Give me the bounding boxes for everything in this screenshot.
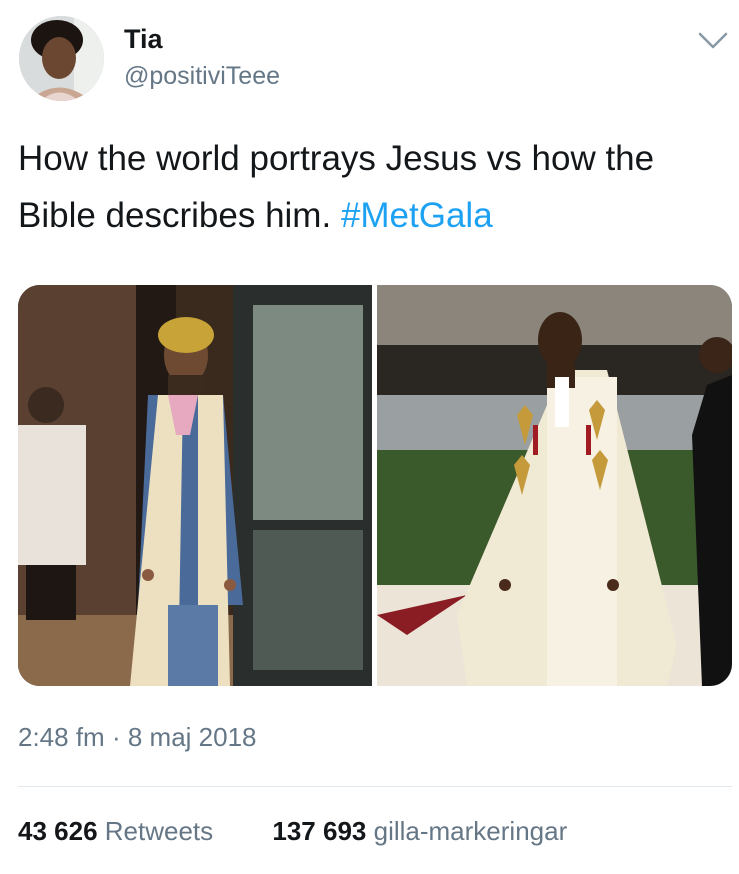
avatar-photo xyxy=(19,16,104,101)
likes-label: gilla-markeringar xyxy=(373,816,568,846)
avatar[interactable] xyxy=(19,16,104,101)
tweet-text: How the world portrays Jesus vs how the … xyxy=(18,130,718,244)
author-handle[interactable]: @positiviTeee xyxy=(124,62,280,91)
author-name[interactable]: Tia xyxy=(124,24,163,55)
tweet-stats: 43 626 Retweets 137 693 gilla-markeringa… xyxy=(18,816,619,847)
tweet-timestamp[interactable]: 2:48 fm · 8 maj 2018 xyxy=(18,722,257,753)
media-photo-right[interactable] xyxy=(377,285,732,686)
tweet-body: How the world portrays Jesus vs how the … xyxy=(18,139,655,235)
retweets-label: Retweets xyxy=(104,816,214,846)
meta-separator: · xyxy=(111,722,121,752)
likes-stat[interactable]: 137 693 gilla-markeringar xyxy=(272,816,567,847)
tweet-date: 8 maj 2018 xyxy=(127,722,257,752)
hashtag-link[interactable]: #MetGala xyxy=(341,196,493,235)
tweet-time: 2:48 fm xyxy=(18,722,105,752)
tweet: Tia @positiviTeee How the world portrays… xyxy=(0,0,739,874)
tweet-media[interactable] xyxy=(18,285,732,686)
media-photo-left[interactable] xyxy=(18,285,372,686)
retweets-count: 43 626 xyxy=(18,816,98,846)
retweets-stat[interactable]: 43 626 Retweets xyxy=(18,816,213,847)
divider xyxy=(18,786,732,787)
likes-count: 137 693 xyxy=(272,816,367,846)
chevron-down-icon[interactable] xyxy=(696,28,730,52)
